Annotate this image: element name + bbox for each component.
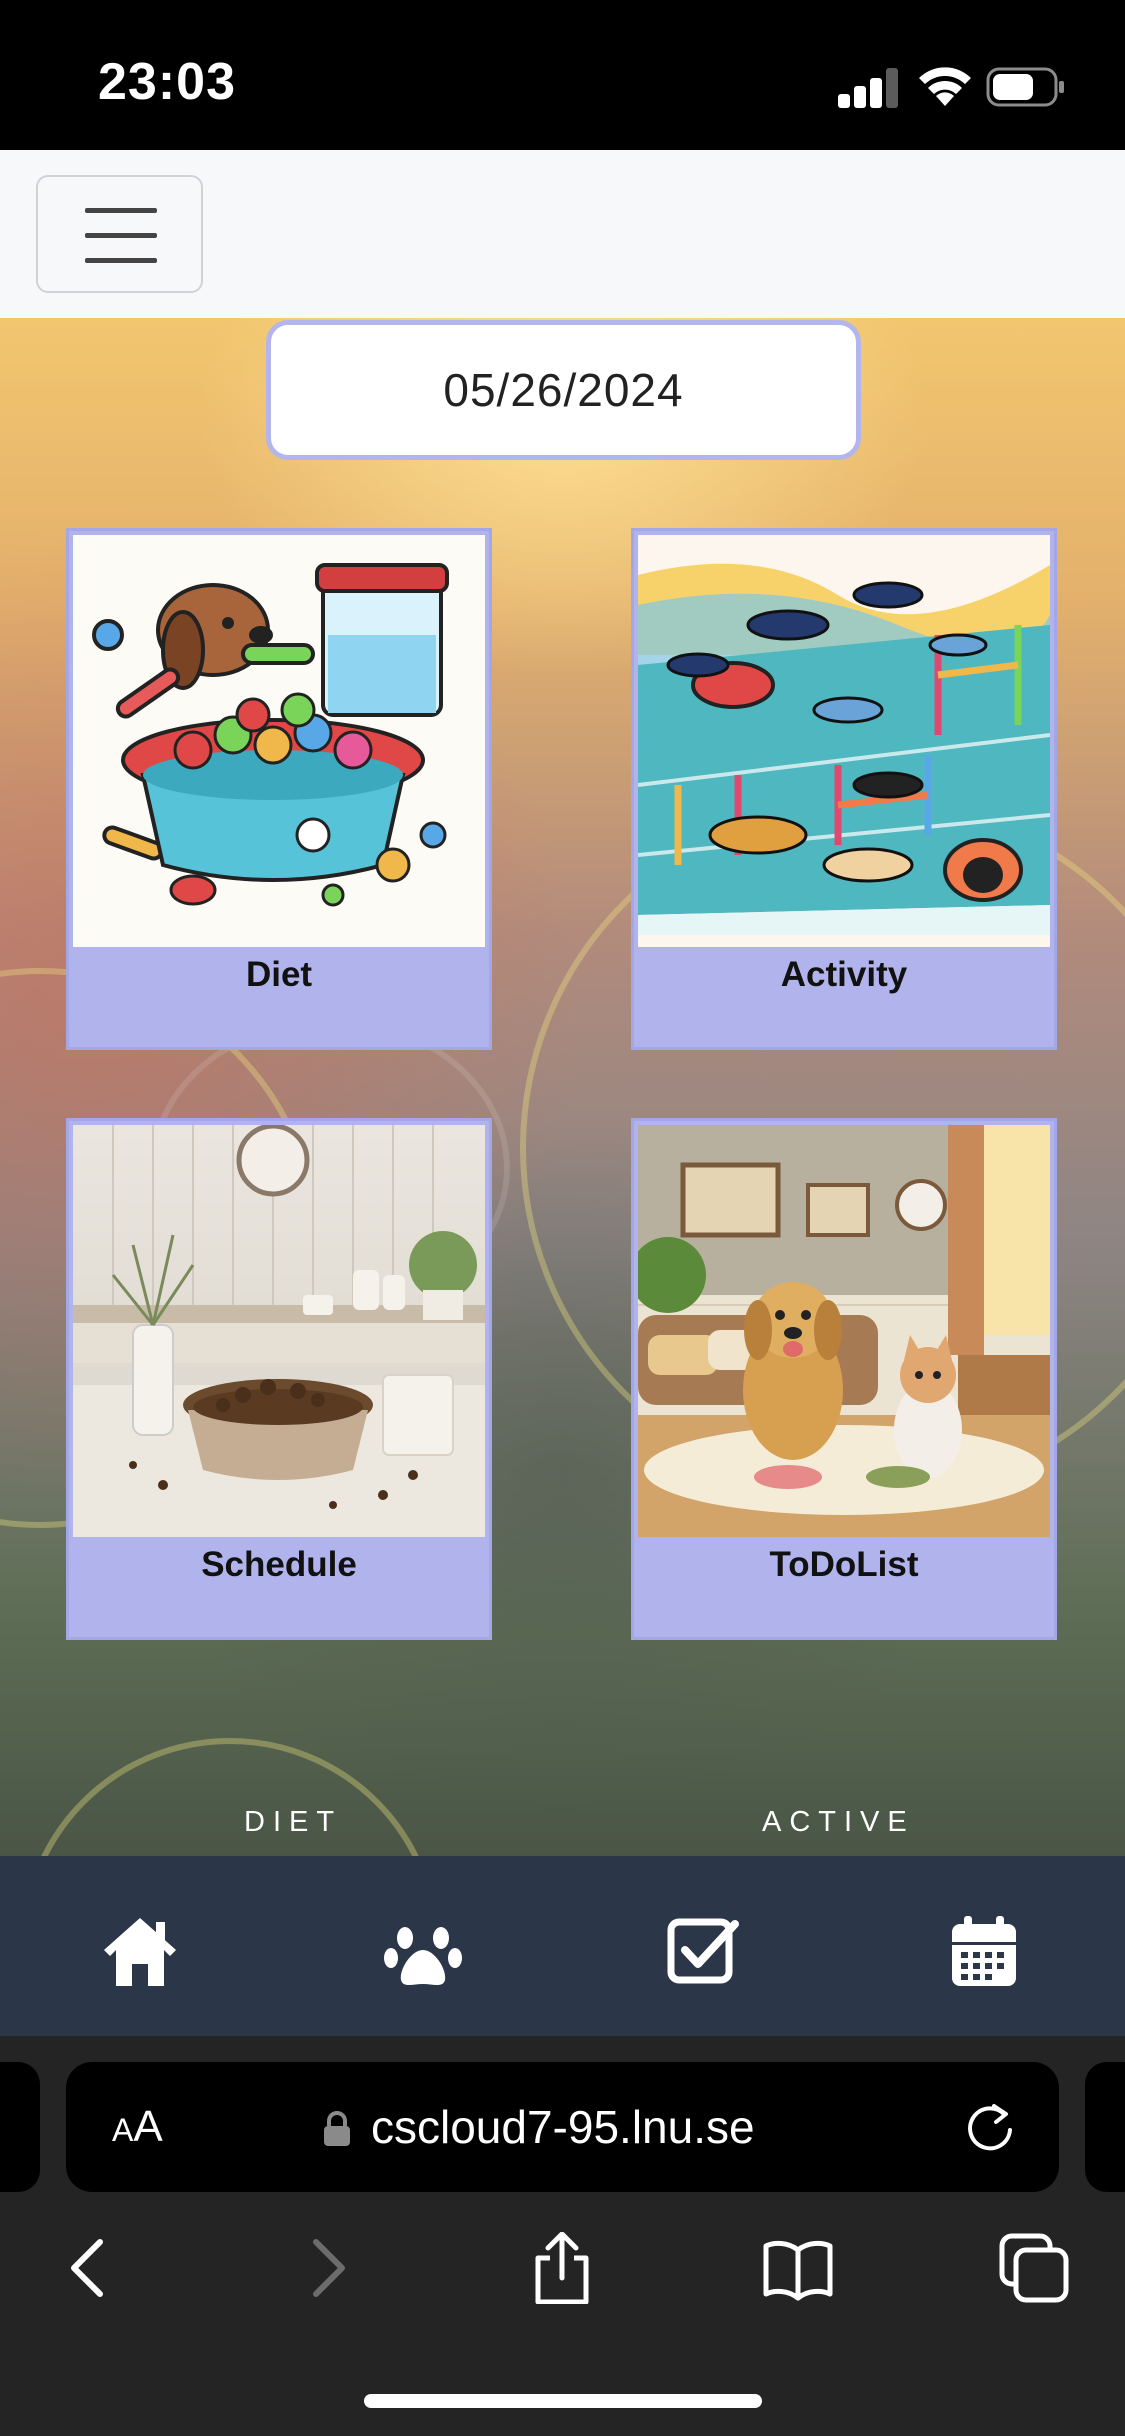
address-bar[interactable]: AA cscloud7-95.lnu.se: [66, 2062, 1059, 2192]
url-text: cscloud7-95.lnu.se: [371, 2101, 755, 2153]
activity-card[interactable]: Activity: [631, 528, 1057, 1050]
reload-icon[interactable]: [964, 2100, 1018, 2154]
dog-food-bowl-illustration: [73, 535, 485, 947]
status-bar: 23:03: [0, 0, 1125, 150]
forward-icon: [313, 2239, 345, 2297]
previous-tab-preview[interactable]: [0, 2062, 40, 2192]
diet-footer-label: DIET: [244, 1806, 343, 1838]
tabs-icon: [999, 2233, 1069, 2303]
main-content: 05/26/2024 Diet Activity Schedule ToDoLi…: [0, 318, 1125, 1856]
tabs-button[interactable]: [998, 2232, 1070, 2304]
checkbox-icon: [667, 1918, 739, 1984]
hamburger-menu-icon: [85, 208, 157, 213]
paw-icon: [384, 1927, 462, 1985]
schedule-card[interactable]: Schedule: [66, 1118, 492, 1640]
dog-and-cat-living-room-illustration: [638, 1125, 1050, 1537]
diet-card-title: Diet: [245, 955, 313, 994]
home-tab[interactable]: [100, 1912, 180, 1992]
food-bowl-kitchen-photo: [73, 1125, 485, 1537]
battery-icon: [986, 67, 1064, 107]
lock-icon: [324, 2111, 350, 2146]
status-time: 23:03: [98, 53, 236, 111]
back-icon: [71, 2239, 103, 2297]
hamburger-menu-button[interactable]: [36, 175, 203, 293]
bookmarks-button[interactable]: [762, 2232, 834, 2304]
todolist-card-title: ToDoList: [769, 1545, 919, 1584]
active-footer-label: ACTIVE: [762, 1806, 915, 1838]
calendar-tab[interactable]: [944, 1912, 1024, 1992]
dog-agility-course-illustration: [638, 535, 1050, 947]
navbar: [0, 150, 1125, 318]
home-indicator[interactable]: [364, 2394, 762, 2408]
date-input[interactable]: 05/26/2024: [266, 320, 861, 460]
todo-tab[interactable]: [663, 1912, 743, 1992]
home-icon: [104, 1918, 176, 1986]
share-icon: [535, 2232, 589, 2304]
back-button[interactable]: [52, 2232, 124, 2304]
forward-button[interactable]: [292, 2232, 364, 2304]
bookmarks-icon: [763, 2240, 833, 2301]
pets-tab[interactable]: [383, 1912, 463, 1992]
activity-card-title: Activity: [780, 955, 908, 994]
next-tab-preview[interactable]: [1085, 2062, 1125, 2192]
todolist-card[interactable]: ToDoList: [631, 1118, 1057, 1640]
diet-card[interactable]: Diet: [66, 528, 492, 1050]
bottom-tab-bar: [0, 1856, 1125, 2036]
text-size-button[interactable]: AA: [112, 2102, 163, 2152]
schedule-card-title: Schedule: [201, 1545, 357, 1584]
safari-toolbar: AA cscloud7-95.lnu.se: [0, 2036, 1125, 2436]
share-button[interactable]: [526, 2232, 598, 2304]
background-glow: [20, 1738, 440, 1856]
cellular-signal-icon: [838, 68, 900, 108]
calendar-icon: [952, 1916, 1016, 1986]
wifi-icon: [919, 67, 971, 106]
